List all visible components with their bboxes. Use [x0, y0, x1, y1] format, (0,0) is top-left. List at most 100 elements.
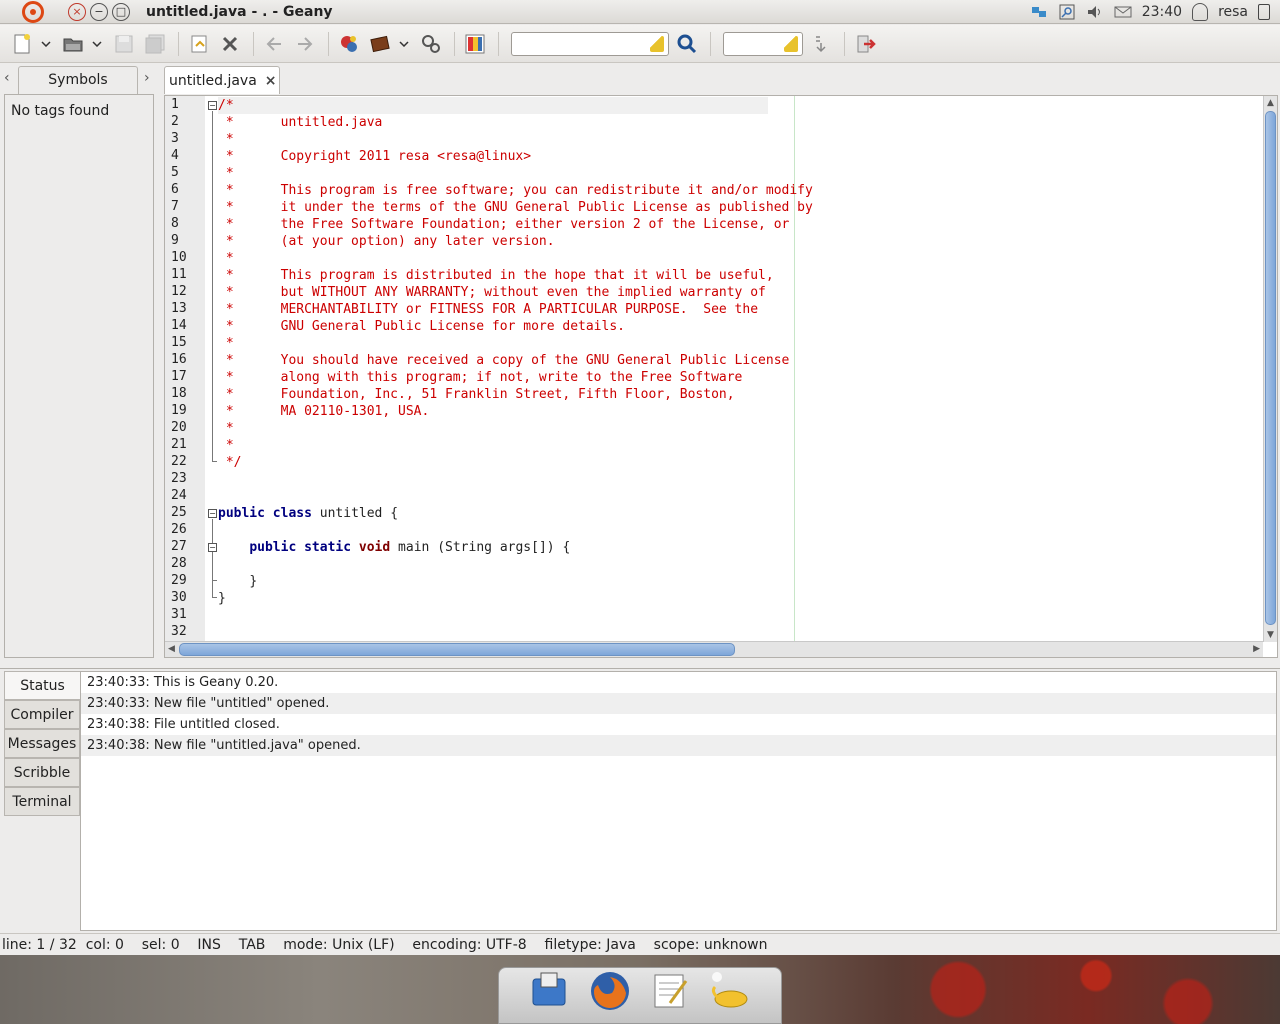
maximize-window-button[interactable]: □ [112, 2, 130, 21]
save-all-icon [145, 34, 165, 53]
save-button[interactable] [110, 30, 138, 58]
code-line[interactable]: * [218, 420, 1258, 437]
vertical-scrollbar[interactable]: ▲ ▼ [1263, 96, 1277, 642]
tab-compiler[interactable]: Compiler [4, 700, 80, 729]
code-line[interactable]: * MERCHANTABILITY or FITNESS FOR A PARTI… [218, 301, 1258, 318]
code-line[interactable]: public class untitled { [218, 505, 1258, 522]
scroll-right-icon[interactable]: ▶ [1253, 644, 1260, 654]
horizontal-scroll-thumb[interactable] [179, 643, 735, 656]
code-line[interactable]: } [218, 573, 1258, 590]
clock[interactable]: 23:40 [1142, 4, 1182, 20]
close-window-button[interactable]: × [68, 2, 86, 21]
dock-firefox[interactable] [588, 969, 632, 1013]
vertical-scroll-thumb[interactable] [1265, 111, 1276, 625]
tab-messages[interactable]: Messages [4, 729, 80, 758]
code-line[interactable]: * Foundation, Inc., 51 Franklin Street, … [218, 386, 1258, 403]
color-chooser-button[interactable] [461, 30, 489, 58]
code-line[interactable]: * GNU General Public License for more de… [218, 318, 1258, 335]
tab-terminal[interactable]: Terminal [4, 787, 80, 816]
code-line[interactable]: * [218, 335, 1258, 352]
navigate-back-button[interactable] [260, 30, 288, 58]
dock-system-app[interactable] [527, 969, 571, 1013]
code-line[interactable]: * This program is distributed in the hop… [218, 267, 1258, 284]
chevron-down-icon [41, 40, 51, 47]
save-all-button[interactable] [141, 30, 169, 58]
scroll-up-icon[interactable]: ▲ [1267, 98, 1274, 108]
revert-button[interactable] [185, 30, 213, 58]
code-line[interactable]: * This program is free software; you can… [218, 182, 1258, 199]
code-line[interactable] [218, 556, 1258, 573]
status-mode: mode: Unix (LF) [283, 936, 395, 953]
build-button[interactable] [366, 30, 394, 58]
code-line[interactable]: public static void main (String args[]) … [218, 539, 1258, 556]
fold-marker-icon[interactable]: − [208, 509, 217, 518]
code-line[interactable]: * but WITHOUT ANY WARRANTY; without even… [218, 284, 1258, 301]
scroll-down-icon[interactable]: ▼ [1267, 630, 1274, 640]
code-text[interactable]: /* * untitled.java * * Copyright 2011 re… [218, 97, 1258, 641]
code-line[interactable]: * [218, 437, 1258, 454]
code-editor[interactable]: 1 2 3 4 5 6 7 8 9 10 11 12 13 14 15 16 17 18 19 20 21 22 23 24 2… [164, 95, 1278, 658]
code-line[interactable]: * [218, 250, 1258, 267]
network-icon[interactable] [1030, 4, 1048, 20]
fold-marker-icon[interactable]: − [208, 101, 217, 110]
sidebar-prev-tab-icon[interactable]: ‹ [4, 70, 10, 86]
mail-icon[interactable] [1114, 4, 1132, 20]
code-line[interactable]: */ [218, 454, 1258, 471]
code-line[interactable]: } [218, 590, 1258, 607]
code-line[interactable]: * MA 02110-1301, USA. [218, 403, 1258, 420]
scroll-left-icon[interactable]: ◀ [168, 644, 175, 654]
tab-untitled-java[interactable]: untitled.java × [164, 66, 280, 94]
clear-search-icon[interactable] [650, 35, 664, 52]
search-input[interactable] [511, 31, 669, 56]
minimize-window-button[interactable]: − [90, 2, 108, 21]
goto-line-input[interactable] [723, 31, 803, 56]
code-line[interactable]: * along with this program; if not, write… [218, 369, 1258, 386]
compile-button[interactable] [335, 30, 363, 58]
user-icon[interactable] [1192, 2, 1209, 21]
text-editor-icon [654, 974, 688, 1008]
code-line[interactable]: * [218, 131, 1258, 148]
code-line[interactable] [218, 471, 1258, 488]
fold-marker-icon[interactable]: − [208, 543, 217, 552]
new-file-dropdown[interactable] [39, 30, 53, 58]
user-name[interactable]: resa [1218, 4, 1248, 20]
code-line[interactable]: * untitled.java [218, 114, 1258, 131]
open-file-dropdown[interactable] [90, 30, 104, 58]
search-tray-icon[interactable] [1058, 4, 1076, 20]
clear-goto-icon[interactable] [784, 35, 798, 52]
tab-symbols[interactable]: Symbols [18, 66, 138, 94]
code-line[interactable]: /* [218, 97, 768, 114]
close-tab-icon[interactable]: × [265, 73, 277, 89]
jump-to-line-button[interactable] [807, 30, 835, 58]
code-line[interactable] [218, 607, 1258, 624]
line-number-gutter: 1 2 3 4 5 6 7 8 9 10 11 12 13 14 15 16 17 18 19 20 21 22 23 24 2… [165, 96, 205, 642]
build-dropdown[interactable] [397, 30, 411, 58]
sidebar-next-tab-icon[interactable]: › [144, 70, 150, 86]
code-line[interactable] [218, 522, 1258, 539]
open-file-button[interactable] [59, 30, 87, 58]
code-line[interactable]: * it under the terms of the GNU General … [218, 199, 1258, 216]
power-icon[interactable] [1258, 3, 1270, 20]
ubuntu-logo-icon[interactable] [22, 0, 44, 23]
code-line[interactable] [218, 624, 1258, 641]
code-line[interactable]: * (at your option) any later version. [218, 233, 1258, 250]
close-file-button[interactable] [216, 30, 244, 58]
code-line[interactable] [218, 488, 1258, 505]
code-line[interactable]: * You should have received a copy of the… [218, 352, 1258, 369]
compile-icon [341, 35, 357, 52]
code-line[interactable]: * the Free Software Foundation; either v… [218, 216, 1258, 233]
search-button[interactable] [673, 30, 701, 58]
tab-status[interactable]: Status [4, 671, 80, 700]
new-file-button[interactable] [8, 30, 36, 58]
horizontal-scrollbar[interactable]: ◀ ▶ [165, 641, 1263, 657]
quit-button[interactable] [851, 30, 879, 58]
dock-text-editor[interactable] [648, 969, 692, 1013]
dock-geany[interactable] [709, 969, 753, 1013]
execute-button[interactable] [417, 30, 445, 58]
status-log[interactable]: 23:40:33: This is Geany 0.20. 23:40:33: … [80, 671, 1277, 931]
volume-icon[interactable] [1086, 4, 1104, 20]
tab-scribble[interactable]: Scribble [4, 758, 80, 787]
code-line[interactable]: * Copyright 2011 resa <resa@linux> [218, 148, 1258, 165]
code-line[interactable]: * [218, 165, 1258, 182]
navigate-forward-button[interactable] [291, 30, 319, 58]
